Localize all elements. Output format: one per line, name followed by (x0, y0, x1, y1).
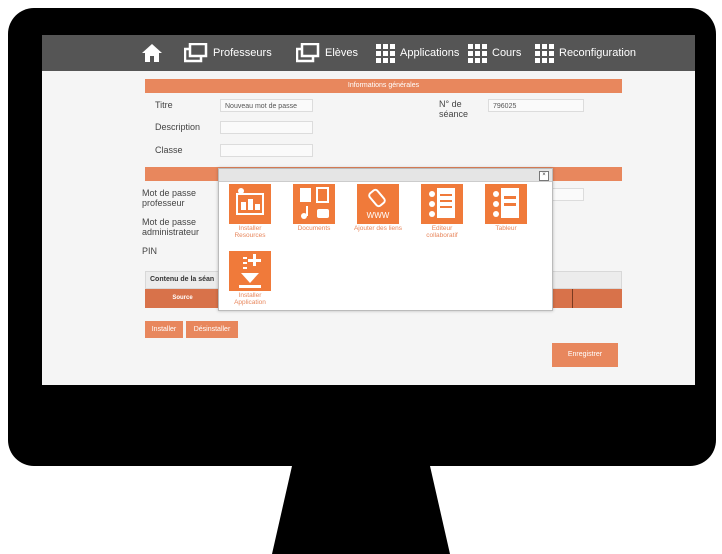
uninstall-button[interactable]: Désinstaller (186, 321, 238, 338)
add-content-modal: × Installer Resources Documents WWW Ajou… (218, 168, 553, 311)
mdp-admin-label: Mot de passe administrateur (142, 217, 200, 237)
svg-text:WWW: WWW (367, 211, 390, 220)
install-button[interactable]: Installer (145, 321, 183, 338)
www-link-icon: WWW (357, 184, 399, 224)
description-label: Description (155, 122, 201, 132)
table-column-divider (572, 289, 573, 308)
seance-label: N° de séance (439, 99, 469, 119)
classe-field[interactable] (220, 144, 313, 157)
monitor-frame: Professeurs Elèves Applications Cours Re… (8, 8, 716, 466)
tile-spreadsheet[interactable]: Tableur (480, 184, 532, 232)
save-button[interactable]: Enregistrer (552, 343, 618, 367)
windows-icon (296, 43, 320, 63)
tile-add-links[interactable]: WWW Ajouter des liens (352, 184, 404, 232)
nav-item-applications[interactable]: Applications (375, 35, 459, 71)
monitor-stand (272, 460, 450, 554)
tile-install-application[interactable]: Installer Application (224, 251, 276, 306)
nav-item-eleves[interactable]: Elèves (296, 35, 358, 71)
nav-item-professeurs[interactable]: Professeurs (184, 35, 272, 71)
tile-label: Documents (297, 225, 331, 232)
screen: Professeurs Elèves Applications Cours Re… (42, 35, 695, 385)
nav-item-cours[interactable]: Cours (467, 35, 521, 71)
top-navbar: Professeurs Elèves Applications Cours Re… (42, 35, 695, 71)
collaborative-editor-icon (421, 184, 463, 224)
pin-label: PIN (142, 246, 158, 256)
classe-label: Classe (155, 145, 183, 155)
documents-icon (293, 184, 335, 224)
tile-label: Ajouter des liens (353, 225, 403, 232)
tile-label: Editeur collaboratif (426, 225, 458, 239)
nav-label-applications: Applications (400, 47, 460, 59)
titre-field[interactable]: Nouveau mot de passe (220, 99, 313, 112)
nav-label-cours: Cours (492, 47, 522, 59)
description-field[interactable] (220, 121, 313, 134)
nav-label-eleves: Elèves (325, 47, 359, 59)
titre-label: Titre (155, 100, 173, 110)
seance-field[interactable]: 796025 (488, 99, 584, 112)
tile-install-resources[interactable]: Installer Resources (224, 184, 276, 239)
windows-icon (184, 43, 208, 63)
install-application-icon (229, 251, 271, 291)
grid-icon (376, 44, 395, 63)
spreadsheet-icon (485, 184, 527, 224)
nav-label-professeurs: Professeurs (213, 47, 272, 59)
install-resources-icon (229, 184, 271, 224)
tile-label: Tableur (495, 225, 517, 232)
tile-label: Installer Application (234, 292, 266, 306)
nav-label-reconfiguration: Reconfiguration (559, 47, 637, 59)
modal-titlebar: × (219, 169, 552, 182)
home-icon[interactable] (141, 43, 163, 63)
tile-label: Installer Resources (234, 225, 266, 239)
section-header-general: Informations générales (145, 79, 622, 93)
grid-icon (468, 44, 487, 63)
table-header-source: Source (172, 295, 193, 301)
grid-icon (535, 44, 554, 63)
nav-item-reconfiguration[interactable]: Reconfiguration (534, 35, 636, 71)
tile-documents[interactable]: Documents (288, 184, 340, 232)
close-icon[interactable]: × (539, 171, 549, 181)
mdp-prof-label: Mot de passe professeur (142, 188, 197, 208)
tile-collaborative-editor[interactable]: Editeur collaboratif (416, 184, 468, 239)
